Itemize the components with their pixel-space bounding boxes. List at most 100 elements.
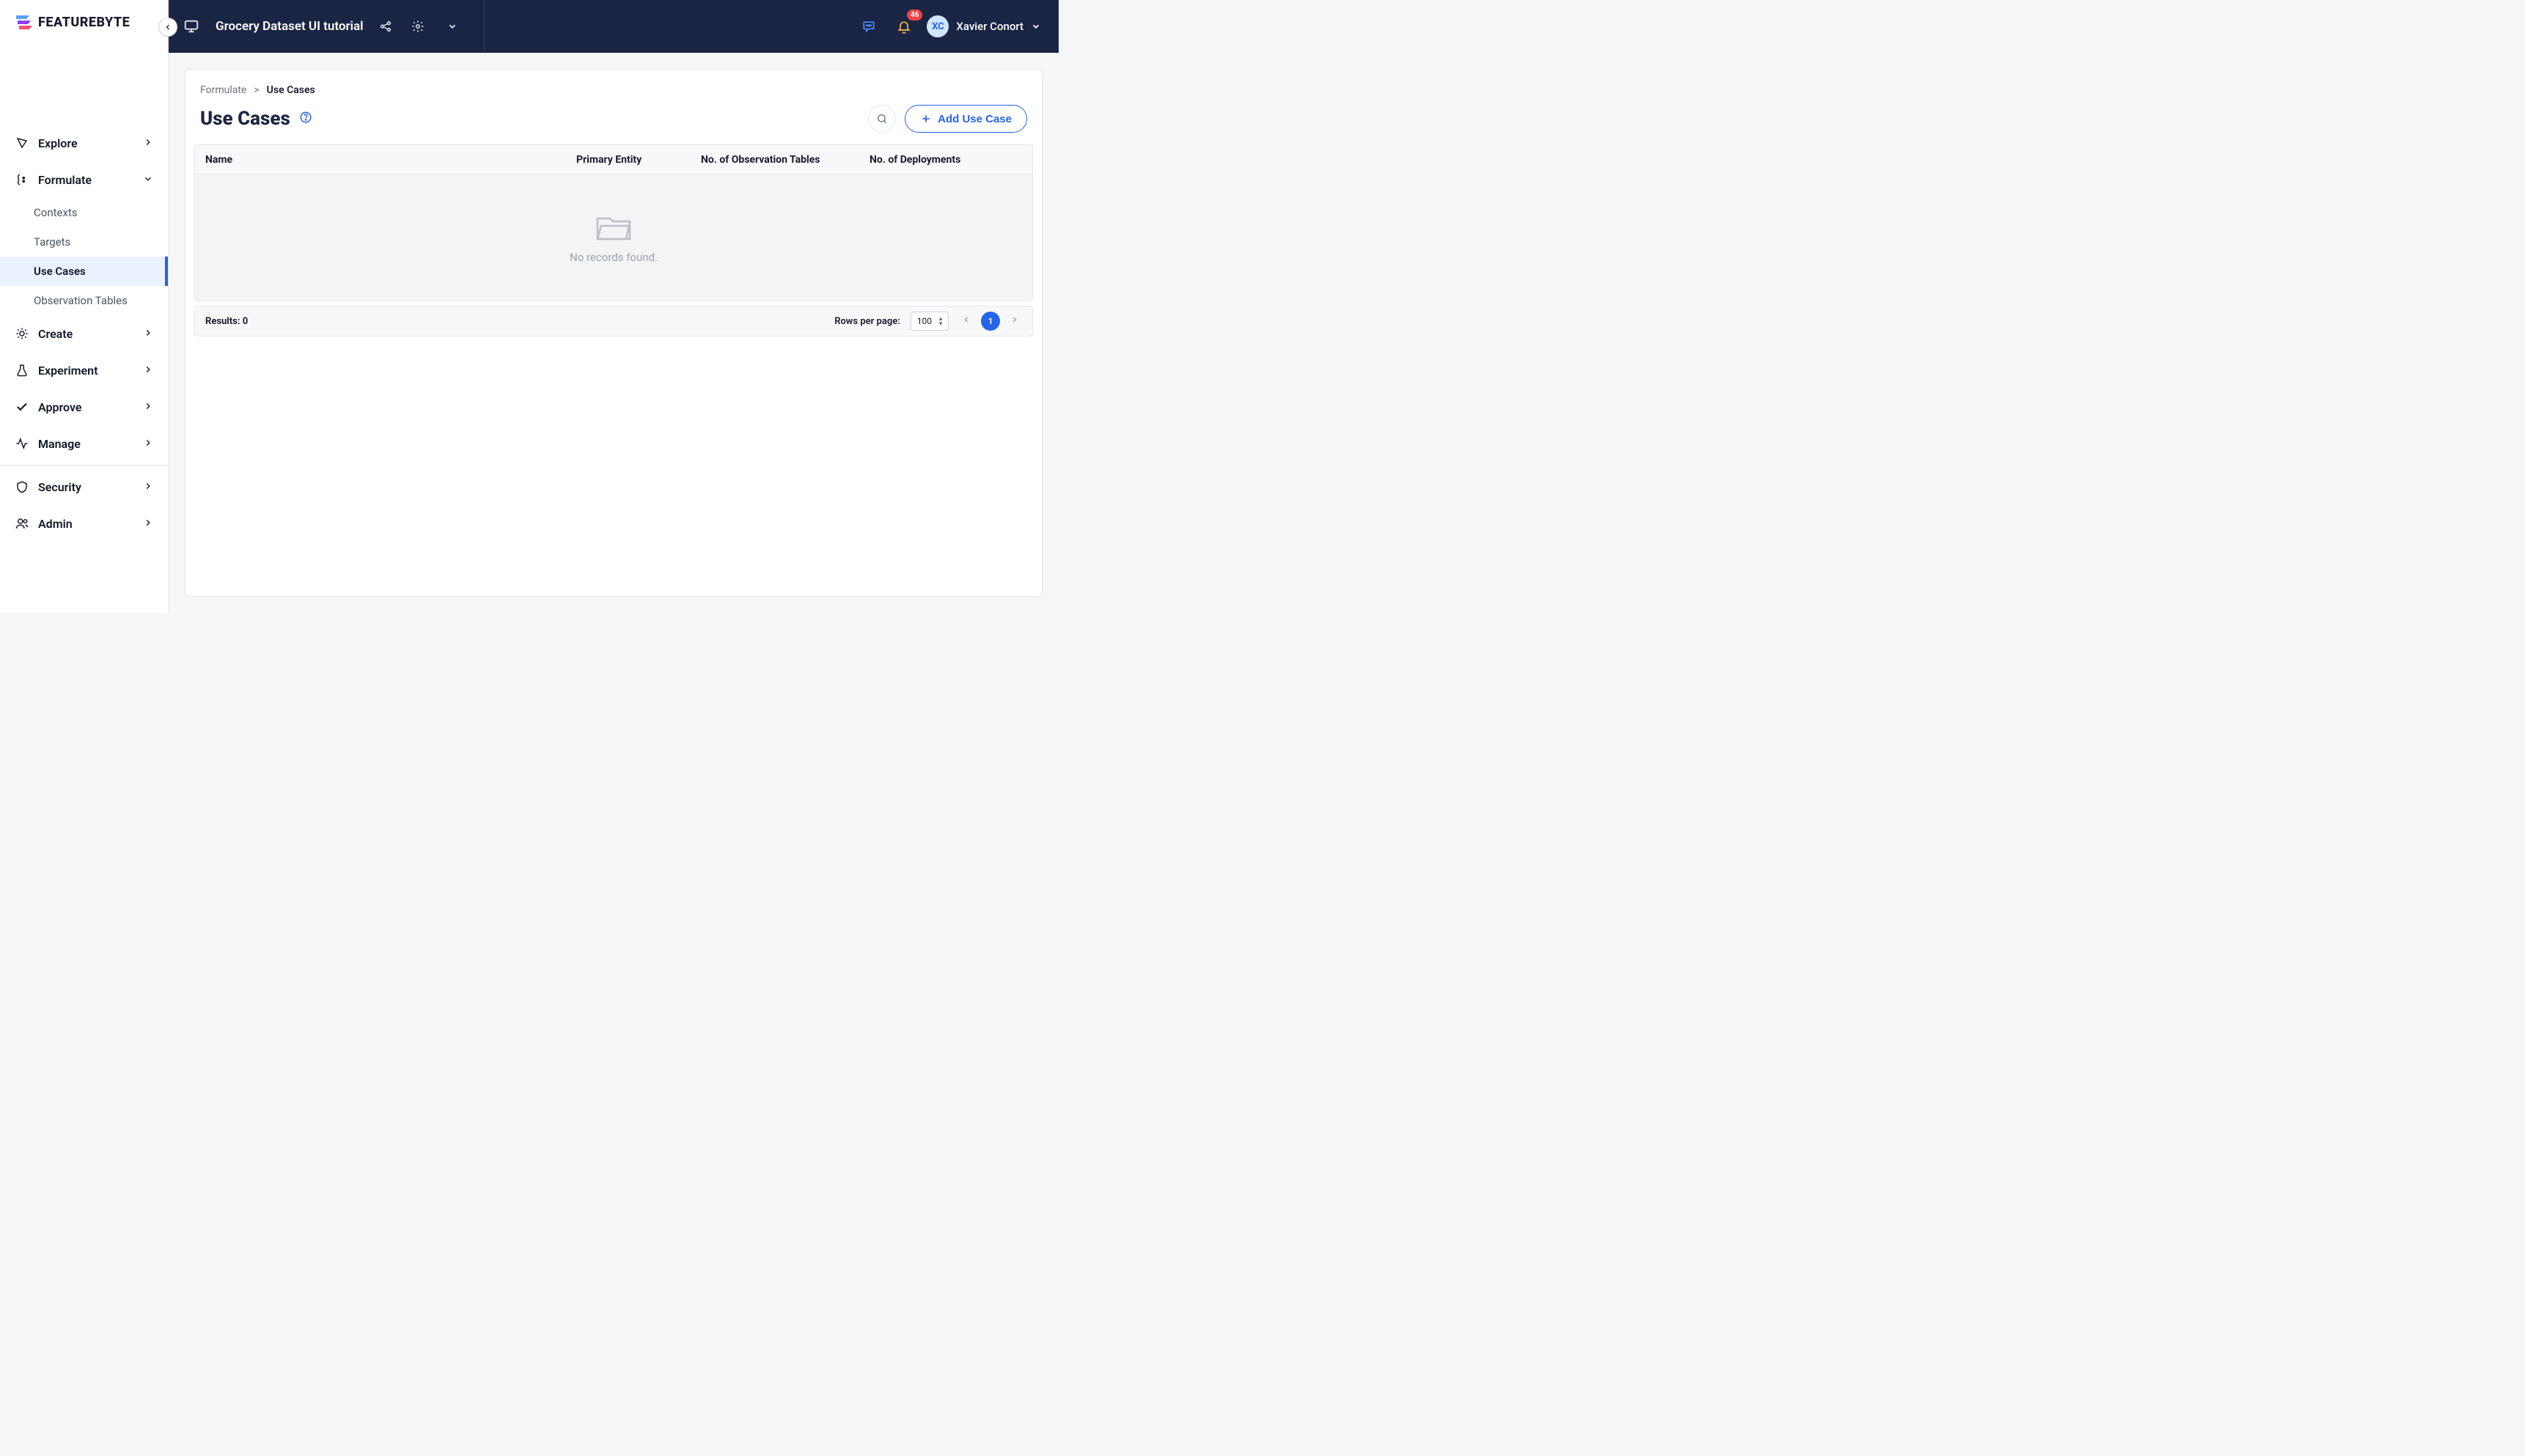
add-button-label: Add Use Case — [938, 113, 1012, 125]
chevron-right-icon — [143, 400, 153, 414]
experiment-icon — [15, 364, 29, 377]
approve-icon — [15, 400, 29, 413]
chevron-right-icon — [143, 364, 153, 378]
chevron-down-icon — [143, 173, 153, 187]
column-header-name[interactable]: Name — [195, 154, 576, 166]
shield-icon — [15, 480, 29, 493]
search-button[interactable] — [868, 105, 896, 133]
sidebar-subitem-label: Observation Tables — [34, 294, 128, 307]
sidebar-item-experiment[interactable]: Experiment — [0, 352, 168, 389]
chevron-right-icon — [143, 480, 153, 494]
sidebar-subitem-contexts[interactable]: Contexts — [0, 198, 168, 227]
admin-icon — [15, 517, 29, 530]
page-title: Use Cases — [200, 108, 290, 130]
table: Name Primary Entity No. of Observation T… — [194, 144, 1033, 301]
notification-badge: 46 — [907, 10, 922, 21]
table-header: Name Primary Entity No. of Observation T… — [195, 145, 1032, 174]
topbar-divider — [484, 0, 485, 53]
rows-per-page-label: Rows per page: — [834, 316, 900, 327]
sidebar-item-explore[interactable]: Explore — [0, 125, 168, 161]
share-icon[interactable] — [375, 14, 396, 39]
pagination: 1 — [959, 312, 1022, 331]
select-stepper-icon: ▲▼ — [938, 316, 944, 326]
topbar-left: Grocery Dataset UI tutorial — [179, 0, 492, 53]
sidebar-subitem-label: Targets — [34, 235, 70, 249]
gear-icon[interactable] — [408, 14, 428, 39]
breadcrumb-separator: > — [254, 84, 259, 96]
column-header-primary-entity[interactable]: Primary Entity — [576, 154, 701, 166]
panel: Formulate > Use Cases Use Cases — [185, 69, 1043, 597]
sidebar-item-admin[interactable]: Admin — [0, 505, 168, 542]
breadcrumb-current: Use Cases — [267, 84, 315, 96]
manage-icon — [15, 437, 29, 450]
search-icon — [876, 113, 888, 125]
logo-mark-icon — [15, 12, 34, 32]
sidebar: FEATUREBYTE Explore Formulate — [0, 0, 169, 613]
page-number-current[interactable]: 1 — [981, 312, 1000, 331]
help-icon[interactable] — [299, 111, 312, 127]
rows-per-page-select[interactable]: 100 ▲▼ — [911, 312, 949, 331]
avatar: XC — [927, 15, 949, 37]
sidebar-subitem-label: Use Cases — [34, 265, 86, 278]
sidebar-item-create[interactable]: Create — [0, 315, 168, 352]
project-title: Grocery Dataset UI tutorial — [216, 19, 364, 34]
formulate-subnav: Contexts Targets Use Cases Observation T… — [0, 198, 168, 315]
sidebar-nav: Explore Formulate Contexts Ta — [0, 44, 168, 613]
sidebar-item-label: Security — [38, 480, 81, 494]
notifications-button[interactable]: 46 — [892, 14, 916, 39]
user-name: Xavier Conort — [956, 20, 1023, 33]
main-area: Grocery Dataset UI tutorial 46 — [169, 0, 1059, 613]
sidebar-item-label: Create — [38, 327, 73, 341]
content: Formulate > Use Cases Use Cases — [169, 53, 1059, 613]
rows-per-page-value: 100 — [917, 316, 932, 326]
table-footer: Results: 0 Rows per page: 100 ▲▼ 1 — [194, 306, 1033, 337]
page-next-button[interactable] — [1007, 312, 1022, 330]
user-menu[interactable]: XC Xavier Conort — [927, 15, 1041, 37]
sidebar-item-formulate[interactable]: Formulate — [0, 161, 168, 198]
sidebar-collapse-button[interactable] — [158, 18, 177, 37]
formulate-icon — [15, 173, 29, 186]
monitor-icon[interactable] — [179, 14, 204, 39]
sidebar-item-label: Manage — [38, 437, 81, 451]
sidebar-item-manage[interactable]: Manage — [0, 425, 168, 462]
nav-divider — [0, 465, 168, 466]
results-count: Results: 0 — [205, 316, 248, 327]
chat-icon[interactable] — [856, 14, 881, 39]
footer-right: Rows per page: 100 ▲▼ 1 — [834, 312, 1022, 331]
chevron-right-icon — [143, 327, 153, 341]
brand-name: FEATUREBYTE — [38, 15, 130, 30]
create-icon — [15, 327, 29, 340]
topbar: Grocery Dataset UI tutorial 46 — [169, 0, 1059, 53]
sidebar-item-label: Approve — [38, 400, 81, 414]
add-use-case-button[interactable]: Add Use Case — [905, 105, 1027, 133]
plus-icon — [920, 113, 932, 125]
breadcrumb: Formulate > Use Cases — [185, 70, 1042, 100]
page-header: Use Cases Add Use Case — [185, 100, 1042, 144]
table-empty-state: No records found. — [195, 174, 1032, 301]
breadcrumb-parent[interactable]: Formulate — [200, 84, 246, 96]
chevron-right-icon — [143, 437, 153, 451]
sidebar-subitem-label: Contexts — [34, 206, 78, 219]
sidebar-item-label: Experiment — [38, 364, 98, 378]
sidebar-subitem-observation-tables[interactable]: Observation Tables — [0, 286, 168, 315]
project-dropdown[interactable] — [440, 14, 465, 39]
sidebar-subitem-use-cases[interactable]: Use Cases — [0, 257, 168, 286]
sidebar-item-security[interactable]: Security — [0, 468, 168, 505]
brand-logo[interactable]: FEATUREBYTE — [15, 12, 130, 32]
topbar-right: 46 XC Xavier Conort — [856, 14, 1041, 39]
explore-icon — [15, 136, 29, 150]
sidebar-item-label: Formulate — [38, 173, 92, 187]
column-header-deployments[interactable]: No. of Deployments — [870, 154, 1032, 166]
logo-area: FEATUREBYTE — [0, 0, 168, 44]
sidebar-item-approve[interactable]: Approve — [0, 389, 168, 425]
column-header-observation-tables[interactable]: No. of Observation Tables — [701, 154, 870, 166]
chevron-down-icon — [1031, 21, 1041, 32]
sidebar-item-label: Admin — [38, 517, 73, 531]
page-prev-button[interactable] — [959, 312, 974, 330]
chevron-right-icon — [143, 517, 153, 531]
sidebar-subitem-targets[interactable]: Targets — [0, 227, 168, 257]
empty-folder-icon — [594, 211, 633, 243]
empty-message: No records found. — [570, 251, 658, 264]
page-actions: Add Use Case — [868, 105, 1027, 133]
sidebar-item-label: Explore — [38, 136, 78, 150]
